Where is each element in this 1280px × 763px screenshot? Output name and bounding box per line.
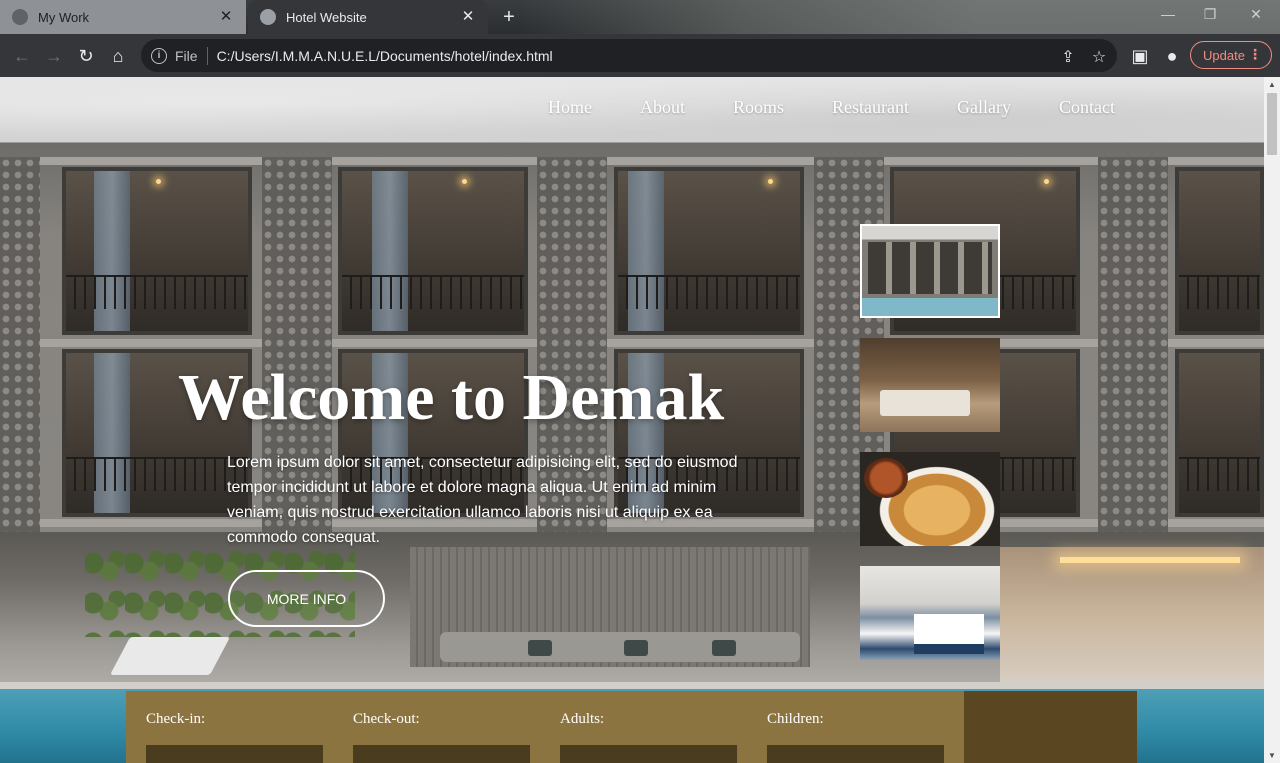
cushion [712,640,736,656]
adults-label: Adults: [560,711,605,727]
pool-lounger [109,637,231,675]
hero-description: Lorem ipsum dolor sit amet, consectetur … [227,454,738,546]
globe-icon [12,9,28,25]
url-text[interactable]: C:/Users/I.M.M.A.N.U.E.L/Documents/hotel… [217,48,553,64]
nav-gallary[interactable]: Gallary [957,97,1011,118]
close-icon[interactable]: ✕ [460,9,476,25]
reload-icon[interactable]: ↻ [74,44,98,68]
scheme-label: File [175,47,198,64]
thumbnail-food[interactable] [860,452,1000,546]
scrollbar-thumb[interactable] [1267,93,1277,155]
close-icon[interactable]: ✕ [218,9,234,25]
forward-icon[interactable]: → [42,44,66,68]
booking-submit-button[interactable] [964,691,1137,763]
building-window [62,167,252,335]
outdoor-sofa [440,632,800,662]
tab-my-work[interactable]: My Work ✕ [0,0,246,34]
nav-home[interactable]: Home [548,97,592,118]
info-icon[interactable]: i [151,47,167,64]
page-viewport: Home About Rooms Restaurant Gallary Cont… [0,77,1264,763]
page-scrollbar[interactable]: ▲ ▼ [1264,77,1280,763]
menu-dots-icon[interactable]: ⋮ [1248,46,1262,63]
more-info-button[interactable]: MORE INFO [228,570,385,627]
building-window [338,167,528,335]
globe-icon [260,9,276,25]
window-close-icon[interactable]: ✕ [1246,6,1266,23]
nav-restaurant[interactable]: Restaurant [832,97,909,118]
scroll-down-icon[interactable]: ▼ [1268,751,1276,760]
tab-hotel-website[interactable]: Hotel Website ✕ [248,0,488,34]
nav-about[interactable]: About [640,97,685,118]
building-window [1175,167,1264,335]
cushion [528,640,552,656]
scroll-up-icon[interactable]: ▲ [1268,80,1276,89]
main-nav: Home About Rooms Restaurant Gallary Cont… [548,97,1163,118]
nav-rooms[interactable]: Rooms [733,97,784,118]
tab-strip: My Work ✕ Hotel Website ✕ + — ❐ ✕ [0,0,1280,34]
thumbnail-room[interactable] [860,566,1000,660]
back-icon[interactable]: ← [10,44,34,68]
thumbnail-bedroom[interactable] [860,338,1000,432]
lobby [1000,547,1264,692]
update-label: Update [1203,47,1245,63]
check-in-field: Check-in: [126,691,333,763]
divider [206,46,208,65]
building-window [614,167,804,335]
building-floor [0,339,1264,347]
address-bar[interactable]: i File C:/Users/I.M.M.A.N.U.E.L/Document… [141,39,1117,72]
browser-toolbar: ← → ↻ ⌂ i File C:/Users/I.M.M.A.N.U.E.L/… [0,34,1280,77]
check-in-label: Check-in: [146,711,206,727]
update-button[interactable]: Update ⋮ [1190,41,1272,69]
star-icon[interactable]: ☆ [1089,47,1109,67]
nav-contact[interactable]: Contact [1059,97,1115,118]
children-field: Children: [747,691,954,763]
check-out-field: Check-out: [333,691,540,763]
profile-icon[interactable]: ● [1160,44,1184,68]
maximize-icon[interactable]: ❐ [1200,6,1220,23]
children-input[interactable] [767,745,944,763]
hero-headline: Welcome to Demak [178,361,725,434]
tab-title: My Work [38,9,90,25]
side-panel-icon[interactable]: ▣ [1128,44,1152,68]
building-floor [0,157,1264,165]
gallery-thumbnails [860,224,1000,680]
new-tab-button[interactable]: + [498,6,520,28]
booking-form: Check-in: Check-out: Adults: Children: [126,691,1137,763]
minimize-icon[interactable]: — [1158,6,1178,22]
home-icon[interactable]: ⌂ [106,44,130,68]
children-label: Children: [767,711,824,727]
thumbnail-hotel-exterior[interactable] [860,224,1000,318]
check-out-input[interactable] [353,745,530,763]
share-icon[interactable]: ⇪ [1058,47,1078,67]
adults-field: Adults: [540,691,747,763]
building-window [1175,349,1264,517]
tab-title: Hotel Website [286,9,367,25]
cushion [624,640,648,656]
check-out-label: Check-out: [353,711,420,727]
check-in-input[interactable] [146,745,323,763]
adults-input[interactable] [560,745,737,763]
